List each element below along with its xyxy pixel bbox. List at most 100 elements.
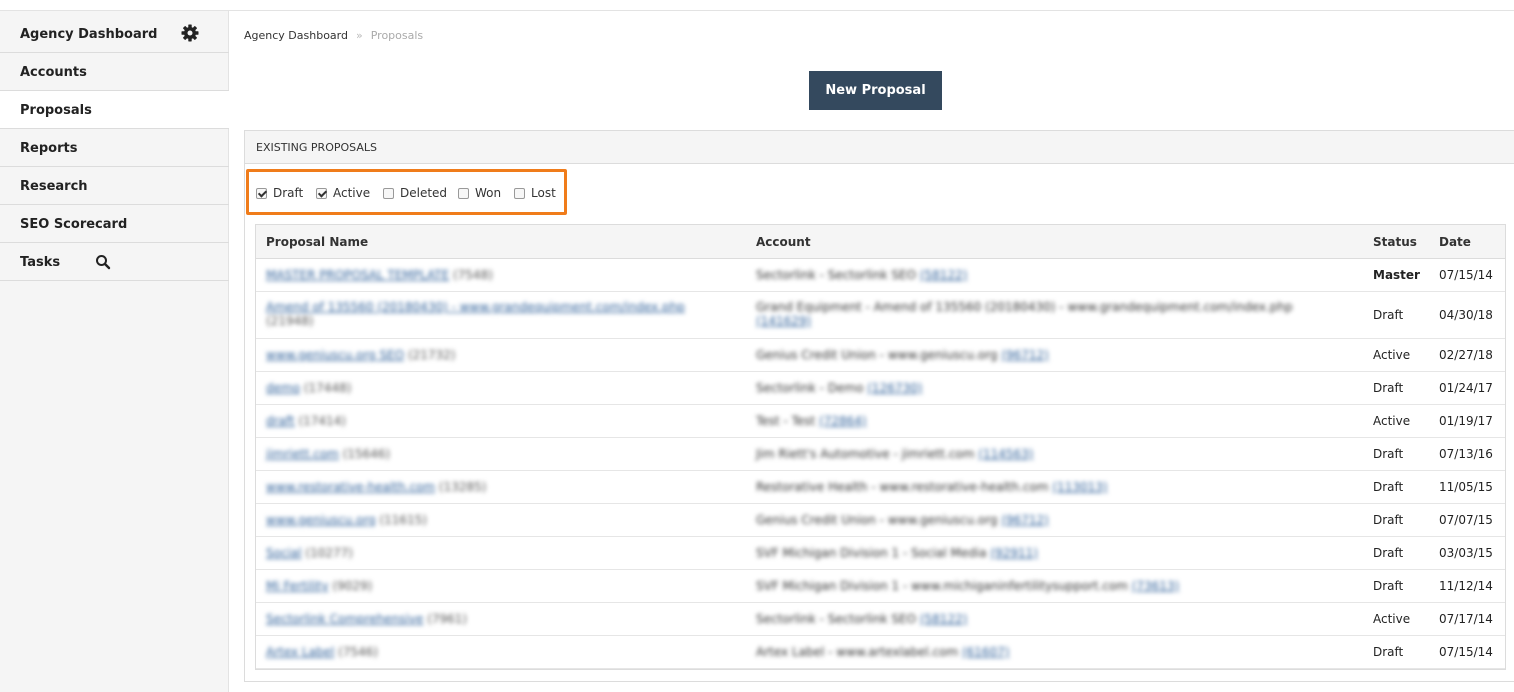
status-cell: Draft [1373,579,1404,593]
breadcrumb: Agency Dashboard » Proposals [244,29,423,42]
sidebar-item-accounts[interactable]: Accounts [0,53,229,91]
sidebar-nav: Agency Dashboard Accounts Proposals Repo… [0,15,229,281]
filter-active[interactable]: Active [316,186,370,200]
new-proposal-button[interactable]: New Proposal [809,71,942,110]
filter-lost[interactable]: Lost [514,186,556,200]
proposal-name-link[interactable]: demo [266,381,300,395]
sidebar-item-seo-scorecard[interactable]: SEO Scorecard [0,205,229,243]
proposal-name-link[interactable]: Amend of 135560 (20180430) - www.grandeq… [266,300,685,314]
filter-label: Deleted [400,186,448,200]
proposal-name-cell: www.geniuscu.org (11615) [266,513,706,527]
proposal-name-link[interactable]: Sectorlink Comprehensive [266,612,423,626]
filter-deleted[interactable]: Deleted [383,186,447,200]
filter-draft-checkbox[interactable] [256,187,267,199]
date-cell: 03/03/15 [1439,546,1493,560]
proposal-name-cell: MASTER PROPOSAL TEMPLATE (7548) [266,268,706,282]
proposal-name-link[interactable]: jimriett.com [266,447,339,461]
sidebar-item-label: Accounts [20,65,87,80]
account-id-link[interactable]: (114563) [978,447,1033,461]
date-cell: 07/15/14 [1439,268,1493,282]
filter-deleted-checkbox[interactable] [383,187,394,199]
proposal-id: (21948) [266,314,314,328]
gear-icon[interactable] [180,23,200,43]
account-cell: Genius Credit Union - www.geniuscu.org (… [756,348,1316,362]
proposal-name-cell: jimriett.com (15646) [266,447,706,461]
account-name: Grand Equipment - Amend of 135560 (20180… [756,300,1293,314]
proposal-name-link[interactable]: MASTER PROPOSAL TEMPLATE [266,268,449,282]
cell-divider [1354,537,1355,569]
breadcrumb-separator: » [355,29,363,42]
account-id-link[interactable]: (96712) [1001,348,1049,362]
cell-divider [1354,372,1355,404]
cell-divider [1354,504,1355,536]
filter-lost-checkbox[interactable] [514,187,525,199]
table-header: Proposal Name Account Status Date [256,225,1505,259]
proposal-name-cell: www.restorative-health.com (13285) [266,480,706,494]
breadcrumb-link-agency-dashboard[interactable]: Agency Dashboard [244,29,348,42]
account-id-link[interactable]: (58122) [920,612,968,626]
status-cell: Draft [1373,513,1404,527]
account-id-link[interactable]: (72864) [819,414,867,428]
proposal-name-link[interactable]: Mi Fertility [266,579,329,593]
filter-active-checkbox[interactable] [316,187,327,199]
column-header-proposal-name: Proposal Name [266,235,369,249]
status-cell: Draft [1373,308,1404,322]
filter-label: Won [475,186,502,200]
account-name: Artex Label - www.artexlabel.com [756,645,959,659]
sidebar-item-reports[interactable]: Reports [0,129,229,167]
column-header-account: Account [756,235,811,249]
account-name: SVF Michigan Division 1 - www.michiganin… [756,579,1128,593]
table-row: Artex Label (7546) Artex Label - www.arte… [256,636,1505,669]
filter-won[interactable]: Won [458,186,501,200]
account-name: Sectorlink - Demo [756,381,864,395]
filter-won-checkbox[interactable] [458,187,469,199]
account-cell: Sectorlink - Sectorlink SEO (58122) [756,268,1316,282]
sidebar-item-tasks[interactable]: Tasks [0,243,229,281]
account-name: Test - Test [756,414,816,428]
sidebar-item-research[interactable]: Research [0,167,229,205]
proposal-name-cell: www.geniuscu.org SEO (21732) [266,348,706,362]
account-cell: Restorative Health - www.restorative-hea… [756,480,1316,494]
sidebar-item-label: Research [20,179,88,194]
account-id-link[interactable]: (141629) [756,314,811,328]
proposal-name-link[interactable]: Social [266,546,302,560]
status-cell: Active [1373,348,1411,362]
proposal-id: (10277) [305,546,353,560]
date-cell: 02/27/18 [1439,348,1493,362]
account-cell: Grand Equipment - Amend of 135560 (20180… [756,300,1316,328]
cell-divider [1354,339,1355,371]
proposal-name-cell: demo (17448) [266,381,706,395]
proposal-name-link[interactable]: www.restorative-health.com [266,480,435,494]
account-cell: SVF Michigan Division 1 - Social Media (… [756,546,1316,560]
table-row: MASTER PROPOSAL TEMPLATE (7548) Sectorlin… [256,259,1505,292]
filter-label: Lost [531,186,556,200]
account-name: Jim Riett's Automotive - jimriett.com [756,447,975,461]
sidebar-item-agency-dashboard[interactable]: Agency Dashboard [0,15,229,53]
search-icon[interactable] [95,254,111,270]
date-cell: 01/24/17 [1439,381,1493,395]
account-id-link[interactable]: (96712) [1001,513,1049,527]
filter-draft[interactable]: Draft [256,186,303,200]
account-id-link[interactable]: (73613) [1132,579,1180,593]
proposal-name-link[interactable]: Artex Label [266,645,334,659]
account-id-link[interactable]: (58122) [920,268,968,282]
sidebar-item-label: Agency Dashboard [20,27,158,42]
account-id-link[interactable]: (126730) [867,381,922,395]
panel-title: EXISTING PROPOSALS [256,141,377,154]
proposal-name-link[interactable]: www.geniuscu.org SEO [266,348,404,362]
proposal-name-link[interactable]: www.geniuscu.org [266,513,376,527]
sidebar-item-proposals[interactable]: Proposals [0,91,229,129]
proposal-name-link[interactable]: draft [266,414,295,428]
account-id-link[interactable]: (113013) [1052,480,1107,494]
cell-divider [1354,292,1355,338]
proposal-id: (7548) [452,268,493,282]
filter-label: Active [333,186,371,200]
proposal-id: (13285) [438,480,487,494]
proposal-name-cell: Artex Label (7546) [266,645,706,659]
account-id-link[interactable]: (61607) [962,645,1010,659]
account-name: Genius Credit Union - www.geniuscu.org [756,348,998,362]
account-id-link[interactable]: (92911) [990,546,1038,560]
cell-divider [1354,603,1355,635]
account-name: Genius Credit Union - www.geniuscu.org [756,513,998,527]
proposal-name-cell: Sectorlink Comprehensive (7961) [266,612,706,626]
